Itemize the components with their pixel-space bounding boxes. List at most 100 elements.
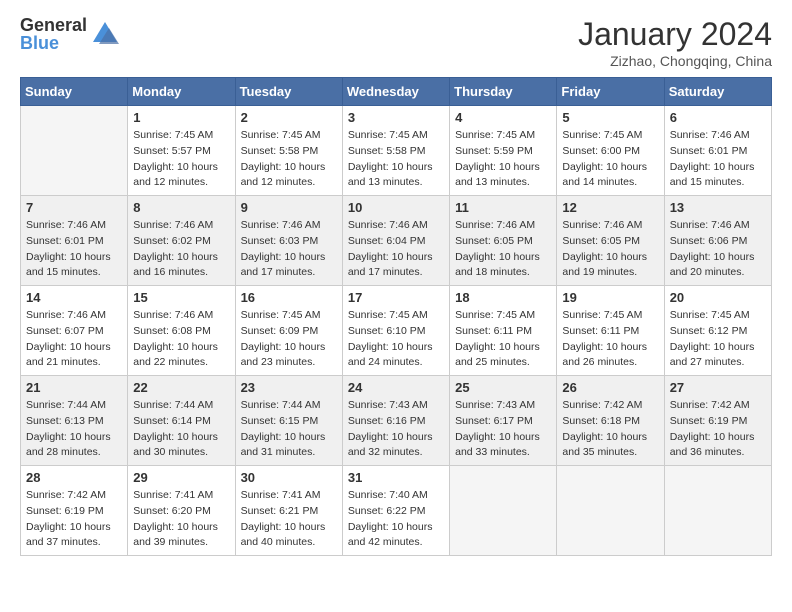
calendar-cell: 14Sunrise: 7:46 AMSunset: 6:07 PMDayligh… [21,286,128,376]
day-info: Sunrise: 7:43 AMSunset: 6:16 PMDaylight:… [348,398,444,461]
weekday-header-tuesday: Tuesday [235,78,342,106]
day-info: Sunrise: 7:46 AMSunset: 6:04 PMDaylight:… [348,218,444,281]
calendar-cell: 26Sunrise: 7:42 AMSunset: 6:18 PMDayligh… [557,376,664,466]
day-info: Sunrise: 7:45 AMSunset: 6:11 PMDaylight:… [455,308,551,371]
calendar-cell: 20 Sunrise: 7:45 AMSunset: 6:12 PMDayligh… [664,286,771,376]
day-info: Sunrise: 7:46 AMSunset: 6:01 PMDaylight:… [670,128,766,191]
day-info: Sunrise: 7:45 AMSunset: 5:58 PMDaylight:… [241,128,337,191]
day-info: Sunrise: 7:40 AMSunset: 6:22 PMDaylight:… [348,488,444,551]
calendar-cell: 21 Sunrise: 7:44 AMSunset: 6:13 PMDayligh… [21,376,128,466]
day-number: 5 [562,110,658,125]
day-info: Sunrise: 7:45 AMSunset: 6:00 PMDaylight:… [562,128,658,191]
weekday-header-wednesday: Wednesday [342,78,449,106]
day-info: Sunrise: 7:46 AMSunset: 6:08 PMDaylight:… [133,308,229,371]
location: Zizhao, Chongqing, China [578,53,772,69]
weekday-header-thursday: Thursday [450,78,557,106]
day-info: Sunrise: 7:46 AMSunset: 6:07 PMDaylight:… [26,308,122,371]
day-number: 6 [670,110,766,125]
calendar-cell: 2 Sunrise: 7:45 AMSunset: 5:58 PMDaylight… [235,106,342,196]
day-info: Sunrise: 7:45 AMSunset: 5:57 PMDaylight:… [133,128,229,191]
day-info: Sunrise: 7:42 AMSunset: 6:19 PMDaylight:… [26,488,122,551]
weekday-header-monday: Monday [128,78,235,106]
weekday-header-sunday: Sunday [21,78,128,106]
day-number: 10 [348,200,444,215]
day-number: 7 [26,200,122,215]
logo-general: General [20,16,87,34]
weekday-header-friday: Friday [557,78,664,106]
calendar-cell: 13 Sunrise: 7:46 AMSunset: 6:06 PMDayligh… [664,196,771,286]
calendar-cell: 10 Sunrise: 7:46 AMSunset: 6:04 PMDayligh… [342,196,449,286]
logo-text: General Blue [20,16,87,52]
day-info: Sunrise: 7:46 AMSunset: 6:05 PMDaylight:… [455,218,551,281]
calendar-cell: 27 Sunrise: 7:42 AMSunset: 6:19 PMDayligh… [664,376,771,466]
calendar-cell: 11 Sunrise: 7:46 AMSunset: 6:05 PMDayligh… [450,196,557,286]
calendar-cell: 7 Sunrise: 7:46 AMSunset: 6:01 PMDaylight… [21,196,128,286]
calendar-cell: 3 Sunrise: 7:45 AMSunset: 5:58 PMDaylight… [342,106,449,196]
calendar-week-row: 28 Sunrise: 7:42 AMSunset: 6:19 PMDayligh… [21,466,772,556]
day-info: Sunrise: 7:46 AMSunset: 6:05 PMDaylight:… [562,218,658,281]
page: General Blue January 2024 Zizhao, Chongq… [0,0,792,572]
day-info: Sunrise: 7:45 AMSunset: 6:12 PMDaylight:… [670,308,766,371]
day-info: Sunrise: 7:44 AMSunset: 6:13 PMDaylight:… [26,398,122,461]
logo-icon [91,20,119,48]
calendar-week-row: 7 Sunrise: 7:46 AMSunset: 6:01 PMDaylight… [21,196,772,286]
calendar-cell: 5 Sunrise: 7:45 AMSunset: 6:00 PMDaylight… [557,106,664,196]
day-number: 19 [562,290,658,305]
title-area: January 2024 Zizhao, Chongqing, China [578,16,772,69]
day-number: 24 [348,380,444,395]
day-info: Sunrise: 7:46 AMSunset: 6:06 PMDaylight:… [670,218,766,281]
calendar-cell: 22 Sunrise: 7:44 AMSunset: 6:14 PMDayligh… [128,376,235,466]
day-number: 22 [133,380,229,395]
day-info: Sunrise: 7:42 AMSunset: 6:19 PMDaylight:… [670,398,766,461]
day-info: Sunrise: 7:46 AMSunset: 6:01 PMDaylight:… [26,218,122,281]
day-number: 20 [670,290,766,305]
calendar-cell [664,466,771,556]
calendar-cell: 16Sunrise: 7:45 AMSunset: 6:09 PMDayligh… [235,286,342,376]
calendar-cell: 30Sunrise: 7:41 AMSunset: 6:21 PMDayligh… [235,466,342,556]
day-info: Sunrise: 7:46 AMSunset: 6:03 PMDaylight:… [241,218,337,281]
day-number: 30 [241,470,337,485]
day-number: 17 [348,290,444,305]
logo: General Blue [20,16,119,52]
day-info: Sunrise: 7:45 AMSunset: 5:59 PMDaylight:… [455,128,551,191]
day-info: Sunrise: 7:45 AMSunset: 6:10 PMDaylight:… [348,308,444,371]
calendar-cell: 19 Sunrise: 7:45 AMSunset: 6:11 PMDayligh… [557,286,664,376]
header: General Blue January 2024 Zizhao, Chongq… [20,16,772,69]
day-info: Sunrise: 7:45 AMSunset: 6:09 PMDaylight:… [241,308,337,371]
calendar-cell: 31Sunrise: 7:40 AMSunset: 6:22 PMDayligh… [342,466,449,556]
calendar-week-row: 1 Sunrise: 7:45 AMSunset: 5:57 PMDaylight… [21,106,772,196]
calendar-cell [450,466,557,556]
day-number: 23 [241,380,337,395]
calendar-cell: 23 Sunrise: 7:44 AMSunset: 6:15 PMDayligh… [235,376,342,466]
day-number: 11 [455,200,551,215]
day-number: 28 [26,470,122,485]
day-info: Sunrise: 7:43 AMSunset: 6:17 PMDaylight:… [455,398,551,461]
calendar-week-row: 14Sunrise: 7:46 AMSunset: 6:07 PMDayligh… [21,286,772,376]
logo-blue: Blue [20,34,87,52]
day-number: 2 [241,110,337,125]
day-number: 9 [241,200,337,215]
month-title: January 2024 [578,16,772,53]
day-number: 1 [133,110,229,125]
day-info: Sunrise: 7:46 AMSunset: 6:02 PMDaylight:… [133,218,229,281]
calendar-cell: 12Sunrise: 7:46 AMSunset: 6:05 PMDayligh… [557,196,664,286]
calendar-cell [557,466,664,556]
day-info: Sunrise: 7:44 AMSunset: 6:14 PMDaylight:… [133,398,229,461]
day-number: 3 [348,110,444,125]
calendar-cell: 9 Sunrise: 7:46 AMSunset: 6:03 PMDaylight… [235,196,342,286]
calendar-cell: 1 Sunrise: 7:45 AMSunset: 5:57 PMDaylight… [128,106,235,196]
day-number: 27 [670,380,766,395]
calendar-cell: 15Sunrise: 7:46 AMSunset: 6:08 PMDayligh… [128,286,235,376]
calendar-cell: 24 Sunrise: 7:43 AMSunset: 6:16 PMDayligh… [342,376,449,466]
calendar-cell [21,106,128,196]
day-info: Sunrise: 7:45 AMSunset: 6:11 PMDaylight:… [562,308,658,371]
calendar-cell: 6 Sunrise: 7:46 AMSunset: 6:01 PMDaylight… [664,106,771,196]
day-number: 26 [562,380,658,395]
day-info: Sunrise: 7:45 AMSunset: 5:58 PMDaylight:… [348,128,444,191]
day-number: 13 [670,200,766,215]
day-info: Sunrise: 7:44 AMSunset: 6:15 PMDaylight:… [241,398,337,461]
day-number: 21 [26,380,122,395]
day-number: 8 [133,200,229,215]
calendar-cell: 17 Sunrise: 7:45 AMSunset: 6:10 PMDayligh… [342,286,449,376]
day-info: Sunrise: 7:41 AMSunset: 6:20 PMDaylight:… [133,488,229,551]
